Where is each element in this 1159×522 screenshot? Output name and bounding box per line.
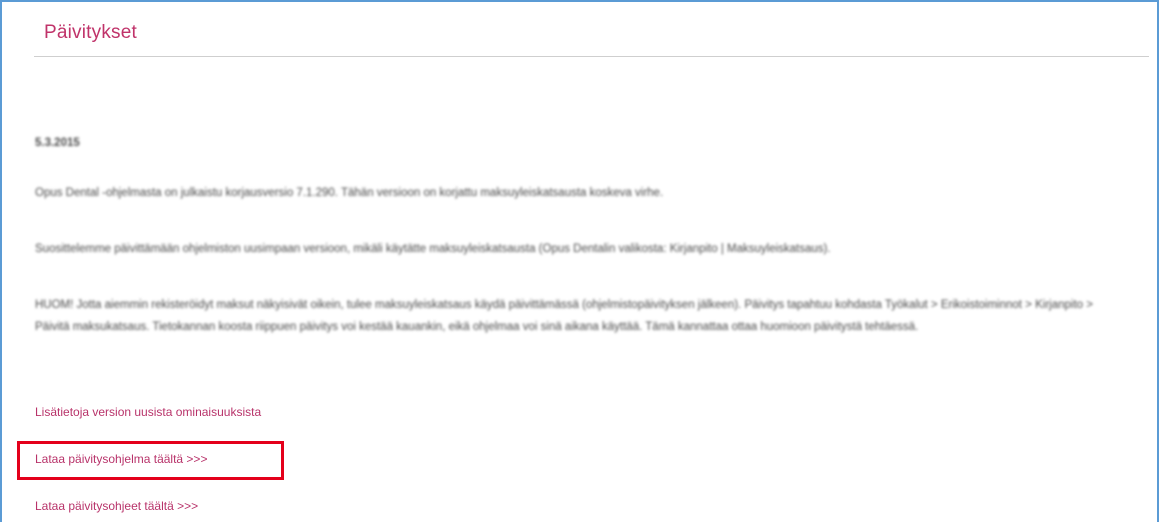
page-header: Päivitykset — [34, 22, 1149, 57]
article-paragraph-note: HUOM! Jotta aiemmin rekisteröidyt maksut… — [35, 299, 1093, 333]
page-title: Päivitykset — [44, 22, 138, 43]
article-paragraph-recommendation: Suosittelemme päivittämään ohjelmiston u… — [35, 243, 831, 255]
features-info-link[interactable]: Lisätietoja version uusista ominaisuuksi… — [35, 405, 261, 419]
highlight-annotation-box — [17, 441, 284, 480]
download-update-instructions-link[interactable]: Lataa päivitysohjeet täältä >>> — [35, 499, 198, 513]
article-date: 5.3.2015 — [35, 137, 80, 149]
article-paragraph-release: Opus Dental -ohjelmasta on julkaistu kor… — [35, 187, 664, 199]
content-frame: Päivitykset 5.3.2015 Opus Dental -ohjelm… — [0, 0, 1159, 522]
